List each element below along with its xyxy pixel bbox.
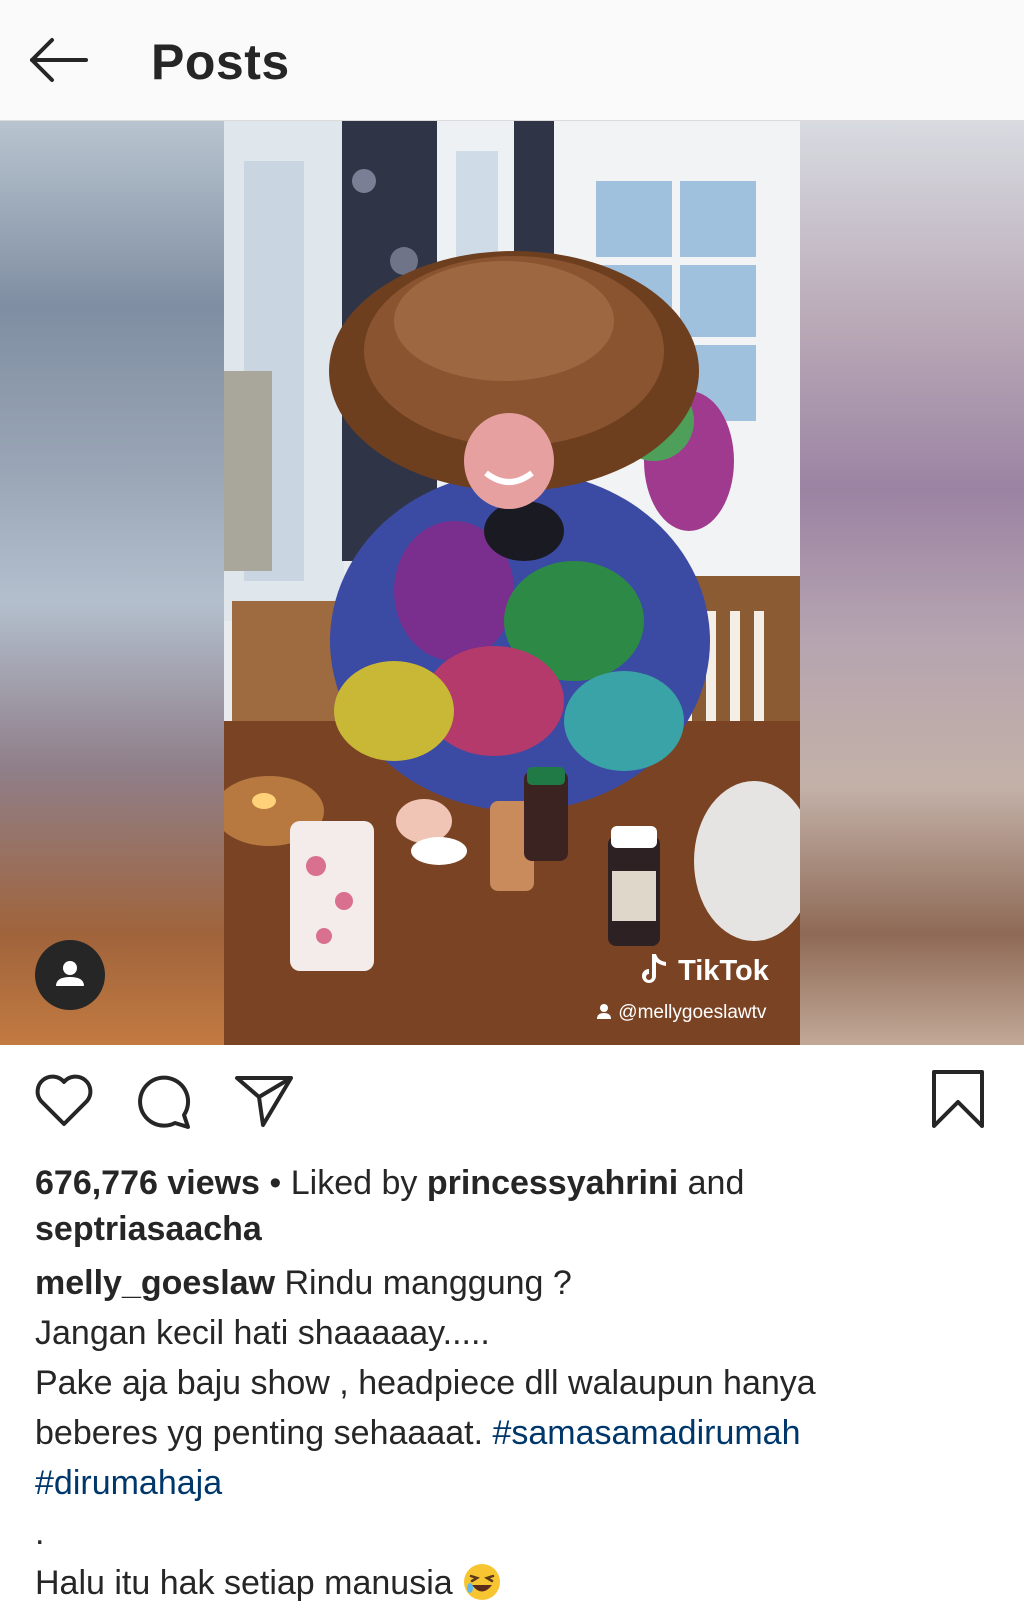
caption-line: melly_goeslaw Rindu manggung ? xyxy=(35,1260,995,1307)
blurred-backdrop-left xyxy=(0,121,224,1045)
tiktok-logo-text: TikTok xyxy=(678,955,769,987)
action-bar xyxy=(0,1060,1024,1150)
caption-line: Pake aja baju show , headpiece dll walau… xyxy=(35,1360,995,1407)
caption-line: Halu itu hak setiap manusia xyxy=(35,1560,995,1607)
tagged-user-button[interactable] xyxy=(35,940,105,1010)
rolling-laughing-emoji-icon xyxy=(464,1564,501,1600)
hashtag-link[interactable]: #dirumahaja xyxy=(35,1464,222,1502)
page-title: Posts xyxy=(151,34,290,90)
tiktok-handle: @mellygoeslawtv xyxy=(595,1001,766,1025)
caption-text: beberes yg penting sehaaaat. xyxy=(35,1414,493,1452)
caption-line: beberes yg penting sehaaaat. #samasamadi… xyxy=(35,1410,995,1457)
comment-button[interactable] xyxy=(133,1072,193,1135)
blurred-backdrop-right xyxy=(800,121,1024,1045)
person-icon xyxy=(56,961,84,986)
arrow-left-icon xyxy=(30,38,88,82)
tiktok-watermark: TikTok xyxy=(642,951,769,991)
caption-line: . xyxy=(35,1510,995,1557)
top-bar: Posts xyxy=(0,0,1024,121)
caption-text: Jangan kecil hati shaaaaay..... xyxy=(35,1314,490,1352)
tiktok-handle-text: @mellygoeslawtv xyxy=(618,1002,767,1023)
liked-user-link[interactable]: septriasaacha xyxy=(35,1210,262,1248)
bookmark-icon xyxy=(932,1070,984,1128)
person-small-icon xyxy=(597,1004,611,1019)
save-button[interactable] xyxy=(930,1068,986,1137)
caption-line: #dirumahaja xyxy=(35,1460,995,1507)
separator: • xyxy=(259,1164,291,1202)
hashtag-link[interactable]: #samasamadirumah xyxy=(492,1414,800,1452)
heart-icon xyxy=(35,1074,93,1126)
share-button[interactable] xyxy=(233,1073,295,1134)
stats-line: 676,776 views • Liked by princessyahrini… xyxy=(35,1160,995,1207)
paper-plane-icon xyxy=(235,1076,293,1127)
comment-icon xyxy=(138,1075,190,1129)
view-count[interactable]: 676,776 views xyxy=(35,1164,260,1202)
caption-text: Halu itu hak setiap manusia xyxy=(35,1564,463,1602)
video-scene xyxy=(224,121,800,1045)
stats-line-2: septriasaacha xyxy=(35,1206,995,1253)
video-frame[interactable] xyxy=(224,121,800,1045)
post-media[interactable]: TikTok @mellygoeslawtv xyxy=(0,121,1024,1045)
liked-user-link[interactable]: princessyahrini xyxy=(427,1164,678,1202)
like-button[interactable] xyxy=(33,1072,95,1133)
caption-dot: . xyxy=(35,1514,45,1552)
caption-text: Rindu manggung ? xyxy=(275,1264,572,1302)
liked-by-prefix: Liked by xyxy=(290,1164,427,1202)
caption-line: Jangan kecil hati shaaaaay..... xyxy=(35,1310,995,1357)
author-username[interactable]: melly_goeslaw xyxy=(35,1264,275,1302)
back-button[interactable] xyxy=(22,30,92,90)
caption-text: Pake aja baju show , headpiece dll walau… xyxy=(35,1364,816,1402)
and-text: and xyxy=(678,1164,745,1202)
tiktok-note-icon xyxy=(642,954,666,983)
